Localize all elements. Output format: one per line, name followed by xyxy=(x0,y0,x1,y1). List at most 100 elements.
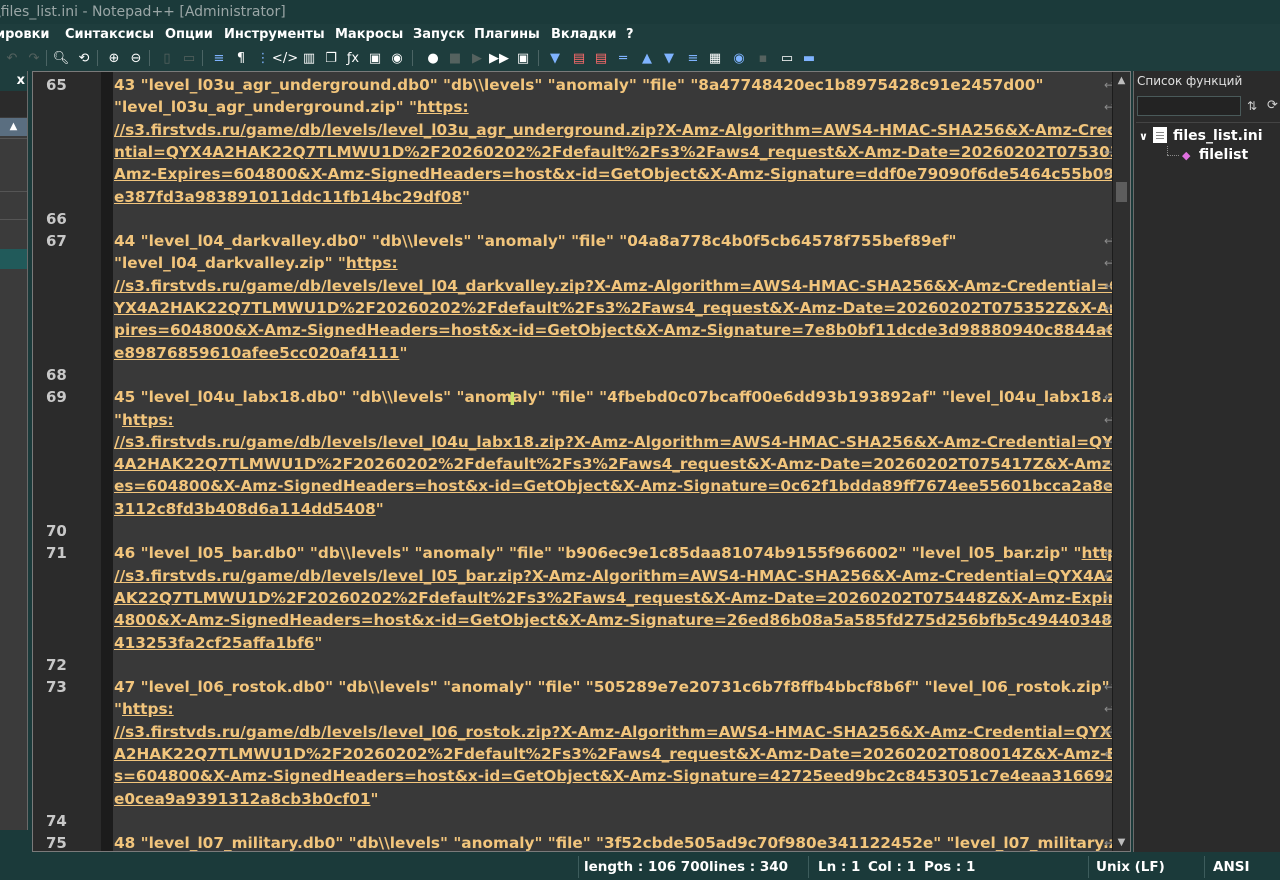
document-map-icon[interactable]: ▥ xyxy=(300,49,318,67)
url-link[interactable]: e89876859610afee5cc020af4111 xyxy=(114,344,399,362)
language-icon[interactable]: </> xyxy=(272,49,298,67)
url-link[interactable]: https: xyxy=(122,411,174,429)
text-line[interactable]: "https: xyxy=(114,409,174,431)
left-panel-selected-item[interactable] xyxy=(0,249,27,269)
url-link[interactable]: YX4A2HAK22Q7TLMWU1D%2F20260202%2Fdefault… xyxy=(114,299,1130,317)
scrollbar-thumb[interactable] xyxy=(1116,182,1127,202)
folder-as-workspace-icon[interactable]: ▣ xyxy=(366,49,384,67)
text-line[interactable]: 44 "level_l04_darkvalley.db0" "db\\level… xyxy=(114,230,956,252)
url-link[interactable]: https: xyxy=(346,254,398,272)
text-line[interactable]: 45 "level_l04u_labx18.db0" "db\\levels" … xyxy=(114,386,1130,408)
url-link[interactable]: https: xyxy=(122,700,174,718)
url-link[interactable]: AK22Q7TLMWU1D%2F20260202%2Fdefault%2Fs3%… xyxy=(114,589,1130,607)
play-macro-icon[interactable]: ▶ xyxy=(468,49,486,67)
undo-icon[interactable]: ↶ xyxy=(3,49,21,67)
text-line[interactable]: 3112c8fd3b408d6a114dd5408" xyxy=(114,498,384,520)
menu-item-7[interactable]: Вкладки xyxy=(551,24,616,45)
plugin-icon-4[interactable]: ═ xyxy=(614,49,632,67)
url-link[interactable]: //s3.firstvds.ru/game/db/levels/level_l0… xyxy=(114,433,1125,451)
run-macro-multiple-icon[interactable]: ▶▶ xyxy=(489,49,509,67)
tree-root-node[interactable]: ∨ files_list.ini xyxy=(1139,126,1263,146)
text-line[interactable]: AK22Q7TLMWU1D%2F20260202%2Fdefault%2Fs3%… xyxy=(114,587,1130,609)
status-eol[interactable]: Unix (LF) xyxy=(1096,856,1165,878)
editor-pane[interactable]: 65 43 "level_l03u_agr_underground.db0" "d… xyxy=(32,71,1131,852)
text-line[interactable]: ntial=QYX4A2HAK22Q7TLMWU1D%2F20260202%2F… xyxy=(114,141,1130,163)
url-link[interactable]: e0cea9a9391312a8cb3b0cf01 xyxy=(114,790,370,808)
function-search-input[interactable] xyxy=(1137,96,1241,116)
scroll-up-arrow-icon[interactable]: ▲ xyxy=(1113,72,1130,89)
replace-icon[interactable]: ⟲ xyxy=(75,49,93,67)
url-link[interactable]: //s3.firstvds.ru/game/db/levels/level_l0… xyxy=(114,567,1129,585)
plugin-icon-9[interactable]: ◉ xyxy=(730,49,748,67)
menu-item-5[interactable]: Запуск xyxy=(413,24,465,45)
url-link[interactable]: e387fd3a983891011ddc11fb14bc29df08 xyxy=(114,188,462,206)
text-line[interactable]: 43 "level_l03u_agr_underground.db0" "db\… xyxy=(114,74,1043,96)
url-link[interactable]: ntial=QYX4A2HAK22Q7TLMWU1D%2F20260202%2F… xyxy=(114,143,1130,161)
left-panel-scroll-up-icon[interactable]: ▲ xyxy=(0,118,27,136)
text-line[interactable]: YX4A2HAK22Q7TLMWU1D%2F20260202%2Fdefault… xyxy=(114,297,1130,319)
url-link[interactable]: //s3.firstvds.ru/game/db/levels/level_l0… xyxy=(114,723,1122,741)
text-line[interactable]: //s3.firstvds.ru/game/db/levels/level_l0… xyxy=(114,275,1122,297)
text-line[interactable]: "https: xyxy=(114,698,174,720)
sync-vertical-icon[interactable]: ▯ xyxy=(158,49,176,67)
text-line[interactable]: 4800&X-Amz-SignedHeaders=host&x-id=GetOb… xyxy=(114,609,1130,631)
text-line[interactable]: s=604800&X-Amz-SignedHeaders=host&x-id=G… xyxy=(114,765,1130,787)
text-line[interactable]: e387fd3a983891011ddc11fb14bc29df08" xyxy=(114,186,470,208)
tree-child-node[interactable]: ◆ filelist xyxy=(1182,146,1248,164)
text-line[interactable]: 413253fa2cf25affa1bf6" xyxy=(114,632,322,654)
url-link[interactable]: 4800&X-Amz-SignedHeaders=host&x-id=GetOb… xyxy=(114,611,1130,629)
find-icon[interactable]: 🔍︎ xyxy=(52,49,70,67)
document-list-icon[interactable]: ❐ xyxy=(322,49,340,67)
text-line[interactable]: es=604800&X-Amz-SignedHeaders=host&x-id=… xyxy=(114,475,1130,497)
text-line[interactable]: 4A2HAK22Q7TLMWU1D%2F20260202%2Fdefault%2… xyxy=(114,453,1130,475)
left-panel-close-button[interactable]: x xyxy=(17,71,25,91)
stop-macro-icon[interactable]: ■ xyxy=(446,49,464,67)
function-list-icon[interactable]: ƒx xyxy=(344,49,362,67)
plugin-icon-6[interactable]: ▼ xyxy=(660,49,678,67)
reload-icon[interactable]: ⟳ xyxy=(1267,96,1280,116)
url-link[interactable]: Amz-Expires=604800&X-Amz-SignedHeaders=h… xyxy=(114,165,1130,183)
plugin-icon-3[interactable]: ▤ xyxy=(592,49,610,67)
text-line[interactable]: A2HAK22Q7TLMWU1D%2F20260202%2Fdefault%2F… xyxy=(114,743,1130,765)
record-macro-icon[interactable]: ● xyxy=(424,49,442,67)
show-all-chars-icon[interactable]: ¶ xyxy=(232,49,250,67)
status-encoding[interactable]: ANSI xyxy=(1213,856,1250,878)
text-line[interactable]: e0cea9a9391312a8cb3b0cf01" xyxy=(114,788,378,810)
plugin-icon-10[interactable]: ▪ xyxy=(754,49,772,67)
menu-item-2[interactable]: Опции xyxy=(165,24,213,45)
text-line[interactable]: 46 "level_l05_bar.db0" "db\\levels" "ano… xyxy=(114,542,1130,564)
text-line[interactable]: "level_l03u_agr_underground.zip" "https: xyxy=(114,96,469,118)
text-line[interactable]: 48 "level_l07_military.db0" "db\\levels"… xyxy=(114,832,1130,851)
url-link[interactable]: pires=604800&X-Amz-SignedHeaders=host&x-… xyxy=(114,321,1130,339)
text-line[interactable]: //s3.firstvds.ru/game/db/levels/level_l0… xyxy=(114,119,1128,141)
menu-item-4[interactable]: Макросы xyxy=(335,24,403,45)
monitoring-icon[interactable]: ◉ xyxy=(388,49,406,67)
text-line[interactable]: //s3.firstvds.ru/game/db/levels/level_l0… xyxy=(114,721,1122,743)
url-link[interactable]: 4A2HAK22Q7TLMWU1D%2F20260202%2Fdefault%2… xyxy=(114,455,1130,473)
chevron-down-icon[interactable]: ∨ xyxy=(1139,127,1153,147)
plugin-icon-12[interactable]: ▬ xyxy=(800,49,818,67)
url-link[interactable]: //s3.firstvds.ru/game/db/levels/level_l0… xyxy=(114,121,1128,139)
url-link[interactable]: 413253fa2cf25affa1bf6 xyxy=(114,634,314,652)
url-link[interactable]: //s3.firstvds.ru/game/db/levels/level_l0… xyxy=(114,277,1122,295)
text-line[interactable]: 47 "level_l06_rostok.db0" "db\\levels" "… xyxy=(114,676,1110,698)
menu-item-8[interactable]: ? xyxy=(626,24,634,45)
plugin-icon-11[interactable]: ▭ xyxy=(778,49,796,67)
plugin-icon-8[interactable]: ▦ xyxy=(706,49,724,67)
word-wrap-icon[interactable]: ≡ xyxy=(210,49,228,67)
zoom-in-icon[interactable]: ⊕ xyxy=(105,49,123,67)
url-link[interactable]: 3112c8fd3b408d6a114dd5408 xyxy=(114,500,376,518)
plugin-icon-7[interactable]: ≡ xyxy=(684,49,702,67)
url-link[interactable]: A2HAK22Q7TLMWU1D%2F20260202%2Fdefault%2F… xyxy=(114,745,1130,763)
menu-item-1[interactable]: Синтаксисы xyxy=(65,24,154,45)
text-line[interactable]: pires=604800&X-Amz-SignedHeaders=host&x-… xyxy=(114,319,1130,341)
indent-guide-icon[interactable]: ⋮ xyxy=(254,49,272,67)
text-line[interactable]: e89876859610afee5cc020af4111" xyxy=(114,342,407,364)
text-line[interactable]: Amz-Expires=604800&X-Amz-SignedHeaders=h… xyxy=(114,163,1130,185)
zoom-out-icon[interactable]: ⊖ xyxy=(127,49,145,67)
sync-horizontal-icon[interactable]: ▭ xyxy=(180,49,198,67)
plugin-icon-1[interactable]: ▼ xyxy=(546,49,564,67)
scroll-down-arrow-icon[interactable]: ▼ xyxy=(1113,834,1130,851)
plugin-icon-5[interactable]: ▲ xyxy=(638,49,656,67)
menu-item-3[interactable]: Инструменты xyxy=(224,24,325,45)
